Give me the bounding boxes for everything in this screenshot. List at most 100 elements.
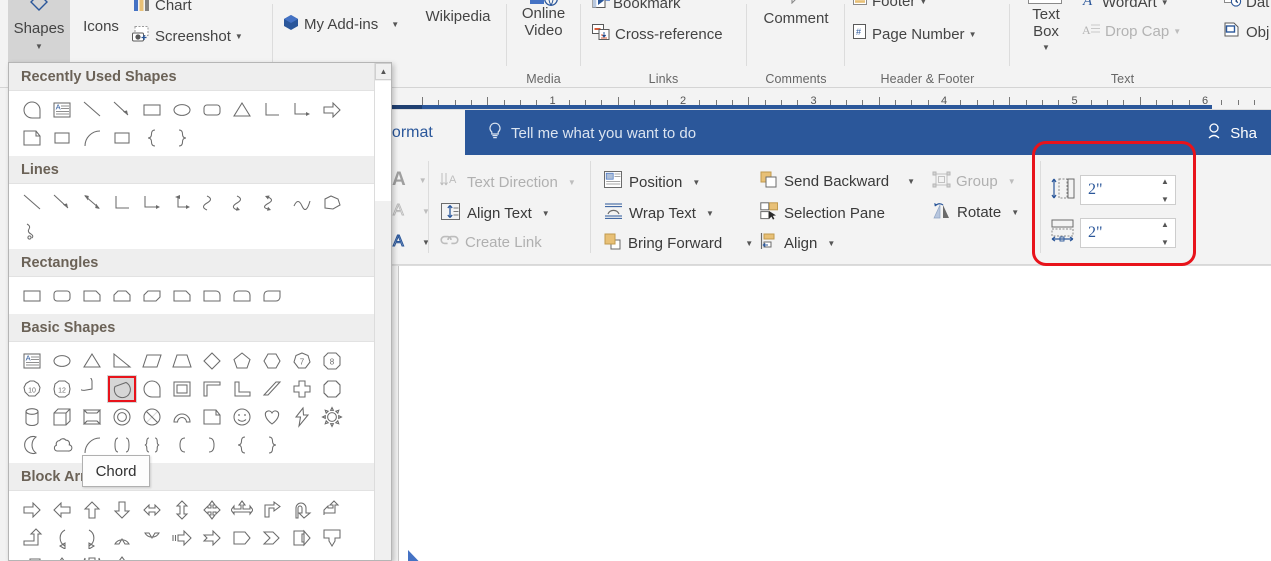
shape-line-arrow[interactable] [47, 189, 77, 217]
chevron-down-icon[interactable]: ▼ [1020, 39, 1072, 56]
shape-left-right-arrow[interactable] [137, 496, 167, 524]
chevron-down-icon[interactable]: ▼ [745, 239, 753, 248]
footer-button[interactable]: Footer ▼ [853, 0, 927, 10]
shape-cross[interactable] [287, 375, 317, 403]
drop-cap-button[interactable]: A Drop Cap ▼ [1082, 22, 1181, 41]
wordart-button[interactable]: A WordArt ▼ [1082, 0, 1169, 12]
shape-u-turn-arrow[interactable] [287, 496, 317, 524]
shape-l-shape[interactable] [227, 375, 257, 403]
text-fill-button[interactable]: A ▼ [392, 169, 427, 191]
chevron-down-icon[interactable]: ▼ [542, 209, 550, 218]
shape-right-arrow-callout[interactable] [287, 524, 317, 552]
shape-bent-up-arrow[interactable] [17, 524, 47, 552]
chevron-down-icon[interactable]: ▼ [827, 239, 835, 248]
shape-text-box[interactable]: A [47, 96, 77, 124]
shape-freeform-shape[interactable] [317, 189, 347, 217]
shape-curved-down-arrow[interactable] [137, 524, 167, 552]
shape-isosceles-triangle[interactable] [77, 347, 107, 375]
chevron-down-icon[interactable]: ▼ [235, 32, 243, 41]
bookmark-button[interactable]: Bookmark [592, 0, 681, 13]
shape-circular-arrow[interactable] [137, 552, 167, 560]
chevron-down-icon[interactable]: ▼ [391, 20, 399, 29]
chevron-down-icon[interactable]: ▼ [706, 209, 714, 218]
chevron-down-icon[interactable]: ▼ [692, 178, 700, 187]
shape-pentagon-arrow[interactable] [227, 524, 257, 552]
shape-lightning-bolt[interactable] [287, 403, 317, 431]
shape-frame[interactable] [167, 375, 197, 403]
shape-elbow-connector[interactable] [257, 96, 287, 124]
shape-width-spinner[interactable]: ▲ ▼ [1158, 221, 1172, 247]
scrollbar-thumb[interactable] [375, 81, 391, 201]
shape-elbow-connector[interactable] [107, 189, 137, 217]
shape-down-arrow-callout[interactable] [317, 524, 347, 552]
shape-teardrop[interactable] [17, 96, 47, 124]
shape-up-arrow-callout[interactable] [47, 552, 77, 560]
position-button[interactable]: Position ▼ [604, 171, 700, 193]
chevron-down-icon[interactable]: ▼ [8, 42, 70, 51]
shape-snip-and-round-single-corner-rectangle[interactable] [167, 282, 197, 310]
shape-curved-right-arrow[interactable] [77, 524, 107, 552]
shape-quad-arrow[interactable] [107, 552, 137, 560]
shape-line-double-arrow[interactable] [77, 189, 107, 217]
shape-cylinder[interactable] [17, 403, 47, 431]
shape-curve[interactable] [287, 189, 317, 217]
document-shape-right-triangle[interactable] [408, 550, 524, 561]
shape-cube[interactable] [47, 403, 77, 431]
shape-moon[interactable] [17, 431, 47, 459]
scroll-up-arrow[interactable]: ▲ [375, 63, 391, 80]
shape-teardrop[interactable] [137, 375, 167, 403]
shape-sun[interactable] [317, 403, 347, 431]
shape-pie[interactable] [77, 375, 107, 403]
gallery-scrollbar[interactable]: ▲ [374, 63, 391, 560]
bring-forward-button[interactable]: Bring Forward ▼ [604, 233, 753, 254]
page-number-button[interactable]: # Page Number ▼ [853, 24, 976, 44]
shapes-gallery-dropdown[interactable]: Recently Used Shapes A Lines Rectangles Basi… [8, 62, 392, 561]
shape-curved-connector-scribble[interactable] [47, 124, 77, 152]
shape-curved-up-arrow[interactable] [107, 524, 137, 552]
shape-smiley-face[interactable] [227, 403, 257, 431]
shape-rectangle[interactable] [17, 282, 47, 310]
horizontal-ruler[interactable]: 123456 [390, 88, 1271, 110]
shape-octagon[interactable]: 8 [317, 347, 347, 375]
text-box-button[interactable]: Text Box ▼ [1020, 6, 1072, 56]
group-button[interactable]: Group ▼ [932, 171, 1016, 192]
shape-heart[interactable] [257, 403, 287, 431]
wikipedia-button[interactable]: Wikipedia [416, 8, 500, 25]
shape-elbow-double-arrow-connector[interactable] [167, 189, 197, 217]
shape-no-symbol[interactable] [137, 403, 167, 431]
wrap-text-button[interactable]: Wrap Text ▼ [604, 202, 714, 224]
online-video-button[interactable]: Online Video [506, 5, 581, 39]
shape-half-frame[interactable] [197, 375, 227, 403]
text-outline-button[interactable]: A ▼ [392, 200, 430, 223]
screenshot-button[interactable]: Screenshot ▼ [132, 26, 243, 47]
shape-rounded-rectangle[interactable] [47, 282, 77, 310]
shape-trapezoid[interactable] [167, 347, 197, 375]
spinner-up-icon[interactable]: ▲ [1161, 221, 1169, 229]
shapes-button[interactable]: Shapes ▼ [8, 0, 70, 62]
shape-curved-arrow-connector[interactable] [227, 189, 257, 217]
spinner-down-icon[interactable]: ▼ [1161, 239, 1169, 247]
shape-isosceles-triangle[interactable] [227, 96, 257, 124]
shape-bevel[interactable] [77, 403, 107, 431]
create-link-button[interactable]: Create Link [440, 233, 542, 251]
shape-cloud[interactable] [47, 431, 77, 459]
shape-width-field[interactable]: 2" ▲ ▼ [1080, 218, 1176, 248]
share-button[interactable]: Sha [1205, 122, 1257, 144]
send-backward-button[interactable]: Send Backward ▼ [760, 171, 915, 192]
shape-heptagon[interactable]: 7 [287, 347, 317, 375]
shape-left-bracket[interactable] [167, 431, 197, 459]
spinner-up-icon[interactable]: ▲ [1161, 178, 1169, 186]
shape-line-arrow[interactable] [107, 96, 137, 124]
icons-button[interactable]: Icons [76, 18, 126, 35]
shape-round-single-corner-rectangle[interactable] [197, 282, 227, 310]
shape-cross-arrow-callout[interactable] [77, 552, 107, 560]
shape-snip-single-corner-rectangle[interactable] [77, 282, 107, 310]
shape-regular-pentagon-star[interactable] [317, 375, 347, 403]
shape-folded-corner[interactable] [197, 403, 227, 431]
shape-chevron[interactable] [257, 524, 287, 552]
shape-right-triangle[interactable] [107, 347, 137, 375]
chevron-down-icon[interactable]: ▼ [1011, 208, 1019, 217]
shape-arc[interactable] [77, 124, 107, 152]
chevron-down-icon[interactable]: ▼ [919, 0, 927, 6]
shape-rectangle[interactable] [137, 96, 167, 124]
